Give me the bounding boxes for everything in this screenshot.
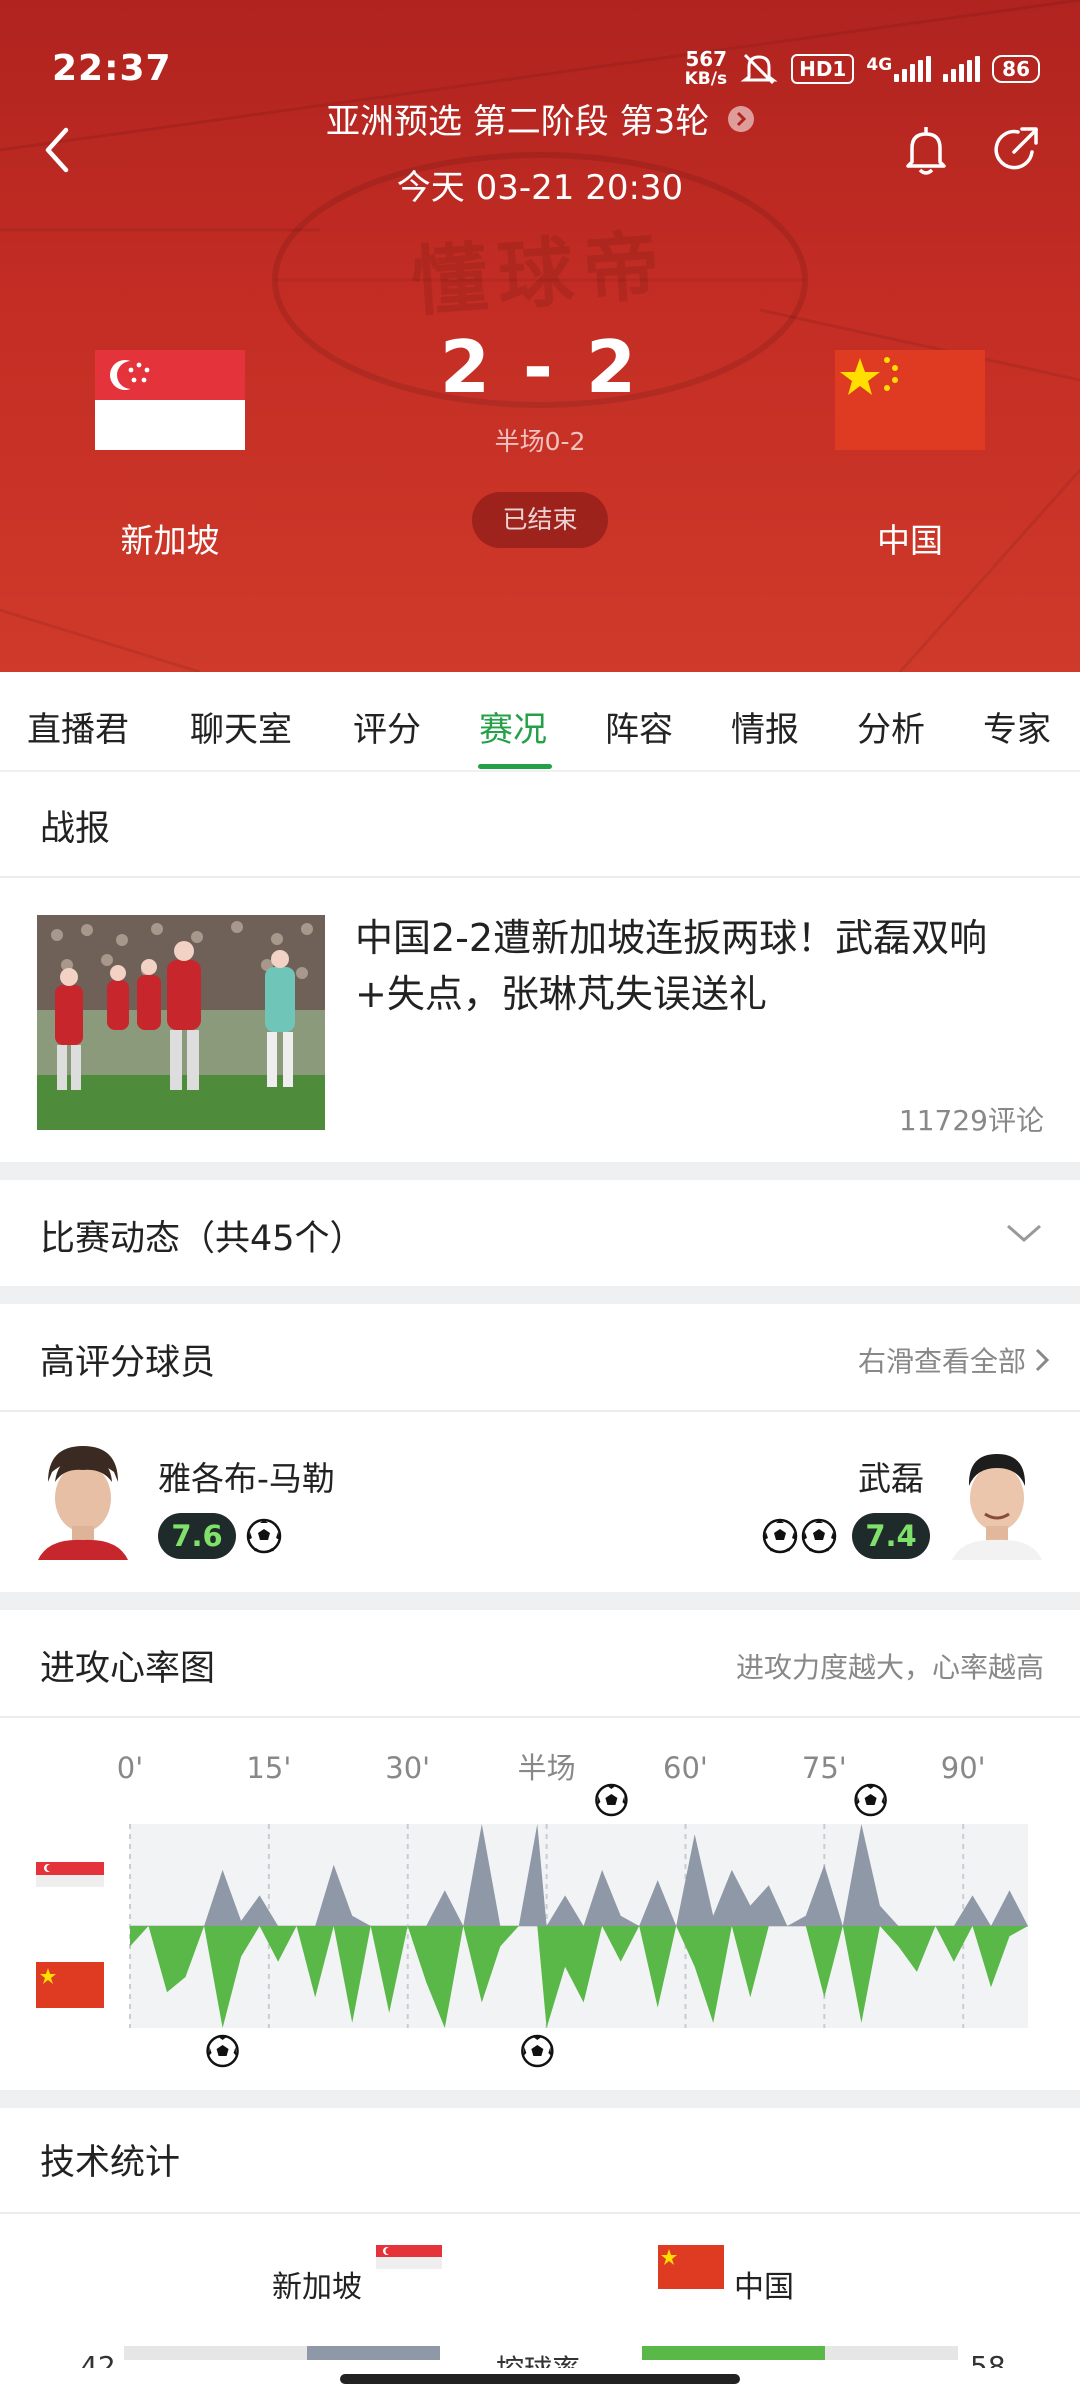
attack-chart-header: 进攻心率图 进攻力度越大，心率越高 — [0, 1610, 1080, 1718]
tab-analysis[interactable]: 分析 — [857, 702, 925, 751]
view-all-link[interactable]: 右滑查看全部 — [858, 1340, 1052, 1380]
home-indicator — [340, 2374, 740, 2384]
possession-row: 42 控球率 58 — [0, 2338, 1080, 2368]
top-players-heading: 高评分球员 — [40, 1343, 216, 1383]
tab-chat[interactable]: 聊天室 — [190, 702, 292, 751]
soccer-ball-icon — [521, 2034, 554, 2068]
possession-label: 控球率 — [496, 2348, 580, 2368]
hd-badge: HD1 — [791, 54, 855, 84]
soccer-ball-icon — [801, 1518, 837, 1554]
news-thumbnail — [37, 915, 325, 1130]
home-player-rating: 7.6 — [158, 1513, 236, 1559]
away-team-name[interactable]: 中国 — [835, 514, 985, 562]
share-icon[interactable] — [988, 122, 1044, 178]
stats-heading: 技术统计 — [40, 2143, 181, 2183]
away-possession-value: 58 — [970, 2350, 1006, 2368]
network-type: 4G — [866, 55, 893, 75]
mute-icon — [740, 53, 778, 85]
chart-tick-label: 75' — [802, 1751, 847, 1785]
bell-icon[interactable] — [898, 122, 954, 178]
chart-tick-label: 60' — [663, 1751, 708, 1785]
stats-away-team: 中国 — [734, 2270, 794, 2305]
home-team-name[interactable]: 新加坡 — [95, 514, 245, 562]
match-score: 2 - 2 — [439, 325, 641, 409]
china-flag — [36, 1962, 104, 2008]
signal-icon-2 — [943, 56, 981, 82]
battery-icon: 86 — [992, 55, 1040, 83]
divider — [0, 2212, 1080, 2214]
chevron-right-icon — [1035, 1348, 1050, 1372]
singapore-flag — [376, 2245, 442, 2269]
home-possession-value: 42 — [80, 2350, 116, 2368]
chart-tick-label: 半场 — [518, 1751, 576, 1785]
tab-bar: 直播君 聊天室 评分 赛况 阵容 情报 分析 专家 — [0, 672, 1080, 770]
attack-chart-subtitle: 进攻力度越大，心率越高 — [735, 1651, 1044, 1684]
net-speed-unit: KB/s — [684, 69, 728, 89]
attack-chart-heading: 进攻心率图 — [40, 1649, 216, 1689]
events-heading: 比赛动态（共45个） — [40, 1219, 365, 1259]
away-top-player[interactable]: 武磊 7.4 — [540, 1412, 1080, 1592]
player-avatar — [952, 1442, 1042, 1560]
top-players-section: 高评分球员 右滑查看全部 雅各布-马勒 7.6 武磊 7.4 — [0, 1304, 1080, 1592]
attack-chart-svg: 0' 15' 30' 半场 60' 75' 90' — [36, 1751, 1028, 2068]
home-possession-bar — [307, 2346, 440, 2360]
home-player-name: 雅各布-马勒 — [158, 1459, 335, 1498]
soccer-ball-icon — [246, 1518, 282, 1554]
tab-live[interactable]: 直播君 — [27, 702, 129, 751]
view-all-label: 右滑查看全部 — [857, 1345, 1026, 1378]
stats-section: 技术统计 新加坡 中国 42 控球率 58 — [0, 2108, 1080, 2400]
home-top-player[interactable]: 雅各布-马勒 7.6 — [0, 1412, 540, 1592]
player-avatar — [38, 1442, 128, 1560]
attack-chart: 0' 15' 30' 半场 60' 75' 90' — [0, 1718, 1080, 2090]
signal-4g: 4G — [866, 55, 932, 82]
chart-tick-label: 15' — [246, 1751, 291, 1785]
match-status-badge: 已结束 — [472, 492, 608, 548]
tab-intel[interactable]: 情报 — [731, 702, 799, 751]
chart-tick-label: 0' — [117, 1751, 143, 1785]
news-title: 中国2-2遭新加坡连扳两球！武磊双响+失点，张琳芃失误送礼 — [355, 916, 988, 1016]
soccer-ball-icon — [762, 1518, 798, 1554]
news-comment-count: 11729评论 — [898, 1104, 1044, 1137]
tab-overview[interactable]: 赛况 — [479, 702, 547, 751]
net-speed-value: 567 — [685, 47, 728, 71]
singapore-flag — [36, 1862, 104, 1887]
report-heading: 战报 — [40, 809, 111, 849]
stats-home-team: 新加坡 — [272, 2270, 362, 2305]
chevron-down-icon — [1007, 1224, 1041, 1242]
half-time-score: 半场0-2 — [494, 427, 586, 456]
away-possession-bar — [642, 2346, 826, 2360]
soccer-ball-icon — [595, 1783, 628, 1817]
tab-ratings[interactable]: 评分 — [353, 702, 421, 751]
away-player-rating: 7.4 — [852, 1513, 930, 1559]
away-player-name: 武磊 — [858, 1459, 924, 1498]
chevron-right-icon — [728, 105, 755, 132]
report-card[interactable]: 中国2-2遭新加坡连扳两球！武磊双响+失点，张琳芃失误送礼 11729评论 — [0, 878, 1080, 1162]
match-header: 懂球帝 22:37 567 KB/s HD1 4G 86 亚洲预选 第二阶段 第… — [0, 0, 1080, 672]
chart-tick-label: 90' — [941, 1751, 986, 1785]
tab-experts[interactable]: 专家 — [983, 702, 1051, 751]
signal-icon — [894, 56, 932, 82]
events-section[interactable]: 比赛动态（共45个） — [0, 1180, 1080, 1286]
soccer-ball-icon — [854, 1783, 887, 1817]
active-tab-indicator — [478, 764, 552, 769]
net-speed: 567 KB/s — [685, 49, 727, 89]
chart-tick-label: 30' — [385, 1751, 430, 1785]
soccer-ball-icon — [206, 2034, 239, 2068]
tab-lineup[interactable]: 阵容 — [605, 702, 673, 751]
competition-title-text: 亚洲预选 第二阶段 第3轮 — [325, 102, 710, 142]
china-flag — [658, 2245, 724, 2289]
status-time: 22:37 — [52, 48, 172, 89]
